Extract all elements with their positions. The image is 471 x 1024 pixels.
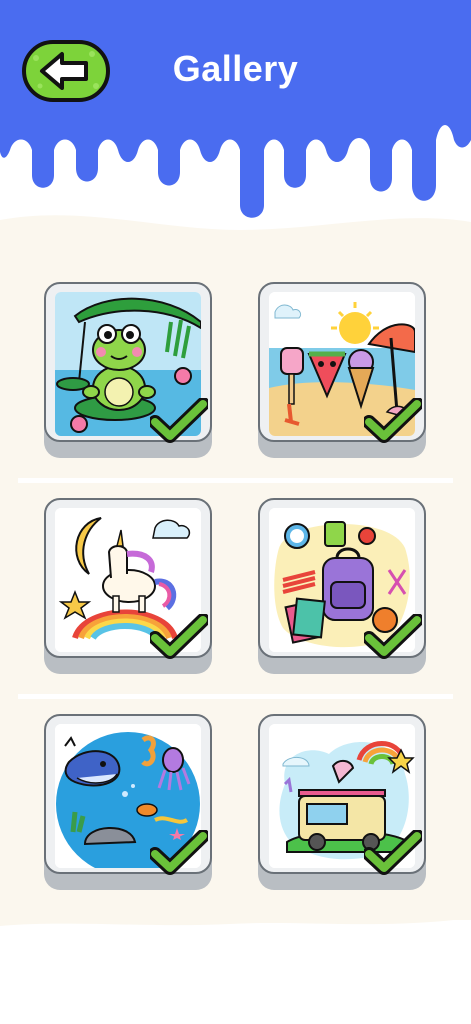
- completed-check-icon: [150, 830, 208, 875]
- completed-check-icon: [364, 398, 422, 443]
- header: Gallery: [0, 0, 471, 230]
- completed-check-icon: [150, 614, 208, 659]
- gallery-item-ice-cream-truck[interactable]: [258, 714, 426, 890]
- gallery-item-frog[interactable]: [44, 282, 212, 458]
- completed-check-icon: [150, 398, 208, 443]
- gallery-item-school[interactable]: [258, 498, 426, 674]
- cream-wave: [0, 215, 471, 270]
- gallery-item-unicorn[interactable]: [44, 498, 212, 674]
- completed-check-icon: [364, 614, 422, 659]
- row-divider: [18, 478, 453, 483]
- completed-check-icon: [364, 830, 422, 875]
- row-divider: [18, 694, 453, 699]
- bottom-wave: [0, 900, 471, 926]
- page-title: Gallery: [172, 48, 299, 89]
- gallery-item-ocean[interactable]: [44, 714, 212, 890]
- gallery-item-beach[interactable]: [258, 282, 426, 458]
- header-drip-background: [0, 0, 471, 218]
